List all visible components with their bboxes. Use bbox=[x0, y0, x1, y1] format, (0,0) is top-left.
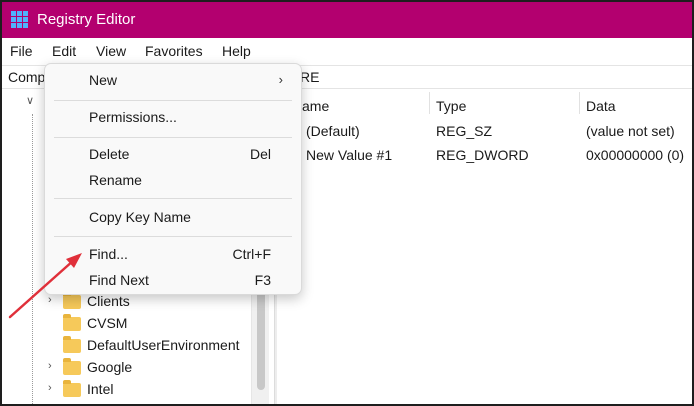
menu-item-label: Permissions... bbox=[89, 109, 177, 125]
menu-item-find-next[interactable]: Find Next F3 bbox=[45, 268, 301, 292]
menu-item-shortcut: Del bbox=[249, 146, 271, 162]
menu-item-label: Find Next bbox=[89, 272, 149, 288]
menu-edit[interactable]: Edit bbox=[52, 43, 76, 59]
value-data: (value not set) bbox=[586, 123, 675, 139]
column-divider[interactable] bbox=[429, 92, 430, 114]
tree-item-label: Google bbox=[87, 359, 133, 375]
address-text-right: RE bbox=[300, 69, 320, 85]
menu-item-shortcut: F3 bbox=[254, 272, 271, 288]
menu-item-label: Rename bbox=[89, 172, 142, 188]
value-type: REG_SZ bbox=[436, 123, 493, 139]
menu-bar: File Edit View Favorites Help bbox=[2, 38, 692, 65]
folder-icon bbox=[63, 292, 81, 309]
menu-item-permissions[interactable]: Permissions... bbox=[45, 105, 301, 129]
tree-item-google[interactable]: › Google bbox=[2, 356, 250, 378]
menu-help[interactable]: Help bbox=[222, 43, 251, 59]
menu-file[interactable]: File bbox=[10, 43, 33, 59]
menu-item-label: Delete bbox=[89, 146, 130, 162]
value-name: New Value #1 bbox=[306, 147, 393, 163]
tree-item-defaultuserenvironment[interactable]: DefaultUserEnvironment bbox=[2, 334, 250, 356]
menu-separator bbox=[54, 236, 292, 237]
menu-item-shortcut: Ctrl+F bbox=[232, 246, 272, 262]
column-divider[interactable] bbox=[579, 92, 580, 114]
column-header-name[interactable]: ame bbox=[302, 98, 329, 114]
tree-item-label: Intel bbox=[87, 381, 114, 397]
tree-item-label: DefaultUserEnvironment bbox=[87, 337, 240, 353]
value-type: REG_DWORD bbox=[436, 147, 529, 163]
chevron-right-icon: › bbox=[278, 72, 283, 87]
edit-menu-dropdown: New › Permissions... Delete Del Rename C… bbox=[44, 63, 302, 295]
folder-icon bbox=[63, 380, 81, 397]
column-header-type[interactable]: Type bbox=[436, 98, 466, 114]
title-bar: Registry Editor bbox=[2, 2, 692, 38]
menu-separator bbox=[54, 137, 292, 138]
tree-item-label: CVSM bbox=[87, 315, 128, 331]
registry-editor-icon bbox=[11, 11, 29, 29]
menu-item-label: New bbox=[89, 72, 118, 88]
menu-item-label: Copy Key Name bbox=[89, 209, 191, 225]
chevron-right-icon[interactable]: › bbox=[48, 360, 52, 372]
menu-item-delete[interactable]: Delete Del bbox=[45, 142, 301, 166]
menu-item-rename[interactable]: Rename bbox=[45, 168, 301, 192]
folder-icon bbox=[63, 358, 81, 375]
menu-item-copy-key-name[interactable]: Copy Key Name bbox=[45, 205, 301, 229]
window-title: Registry Editor bbox=[37, 11, 136, 28]
registry-editor-window: Registry Editor File Edit View Favorites… bbox=[0, 0, 694, 406]
folder-icon bbox=[63, 314, 81, 331]
menu-separator bbox=[54, 198, 292, 199]
menu-view[interactable]: View bbox=[96, 43, 126, 59]
chevron-down-icon[interactable]: ∨ bbox=[26, 94, 34, 107]
column-header-data[interactable]: Data bbox=[586, 98, 616, 114]
menu-item-find[interactable]: Find... Ctrl+F bbox=[45, 242, 301, 266]
address-text-left: Comp bbox=[8, 69, 46, 85]
value-name: (Default) bbox=[306, 123, 360, 139]
chevron-right-icon[interactable]: › bbox=[48, 382, 52, 394]
menu-item-new[interactable]: New › bbox=[45, 68, 301, 92]
tree-item-label: Clients bbox=[87, 293, 130, 309]
folder-icon bbox=[63, 336, 81, 353]
menu-separator bbox=[54, 100, 292, 101]
value-data: 0x00000000 (0) bbox=[586, 147, 685, 163]
chevron-right-icon[interactable]: › bbox=[48, 294, 52, 306]
tree-item-cvsm[interactable]: CVSM bbox=[2, 312, 250, 334]
tree-item-intel[interactable]: › Intel bbox=[2, 378, 250, 400]
menu-item-label: Find... bbox=[89, 246, 128, 262]
menu-favorites[interactable]: Favorites bbox=[145, 43, 203, 59]
